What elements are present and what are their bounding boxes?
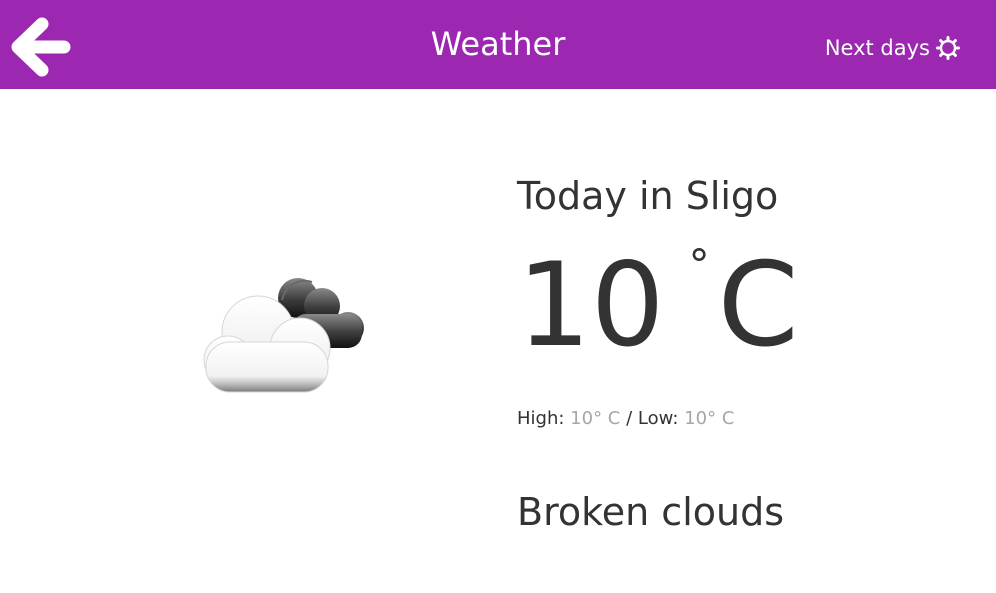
temperature-unit: C bbox=[717, 238, 799, 373]
temperature-value: 10 bbox=[517, 238, 665, 373]
low-label: Low: bbox=[637, 408, 679, 429]
location-heading: Today in Sligo bbox=[517, 174, 779, 218]
low-value: 10° C bbox=[684, 408, 735, 429]
next-days-button[interactable]: Next days bbox=[825, 34, 960, 62]
high-value: 10° C bbox=[570, 408, 621, 429]
broken-clouds-icon bbox=[203, 278, 364, 393]
high-label: High: bbox=[517, 408, 565, 429]
next-days-label: Next days bbox=[824, 36, 930, 60]
high-low-separator: / bbox=[626, 408, 633, 429]
temperature-display: 10 °C bbox=[517, 244, 799, 367]
high-low-readout: High: 10° C / Low: 10° C bbox=[517, 406, 734, 432]
gear-icon bbox=[936, 36, 960, 60]
degree-symbol: ° bbox=[688, 240, 710, 289]
weather-condition: Broken clouds bbox=[517, 490, 785, 534]
app-header: Weather Next days bbox=[0, 0, 996, 89]
